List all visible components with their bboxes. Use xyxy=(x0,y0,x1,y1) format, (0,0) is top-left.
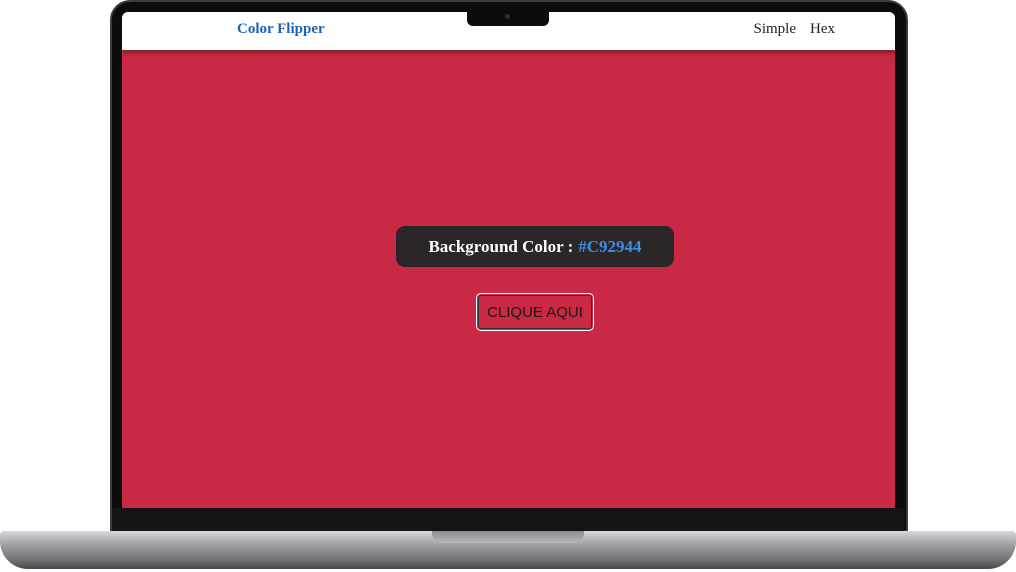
laptop-opening-notch xyxy=(432,531,584,543)
change-color-button[interactable]: CLIQUE AQUI xyxy=(476,293,594,331)
brand-logo[interactable]: Color Flipper xyxy=(237,21,325,38)
color-label: Background Color : xyxy=(428,236,574,256)
color-hex-value: #C92944 xyxy=(578,236,642,256)
color-display-panel: Background Color : #C92944 xyxy=(396,226,674,267)
laptop-bezel-bottom xyxy=(112,508,904,532)
nav-links: Simple Hex xyxy=(753,21,835,38)
camera-icon xyxy=(505,14,510,19)
nav-link-hex[interactable]: Hex xyxy=(810,21,835,38)
screen: Color Flipper Simple Hex Background Colo… xyxy=(122,12,895,508)
nav-link-simple[interactable]: Simple xyxy=(753,21,796,38)
